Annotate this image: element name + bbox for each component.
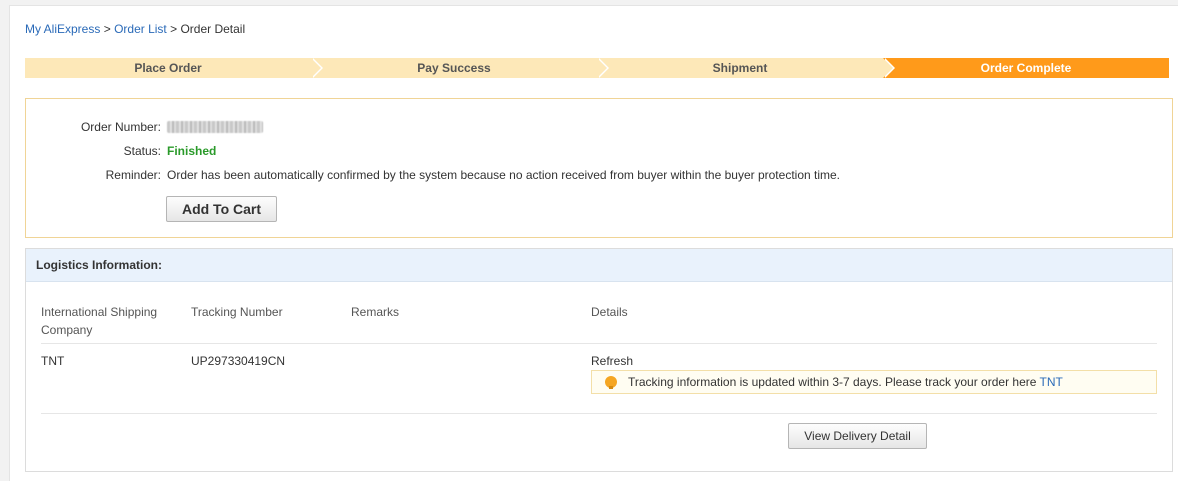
col-header-remarks: Remarks: [351, 305, 400, 319]
step-arrow: [883, 58, 893, 78]
order-number-label: Order Number:: [80, 120, 161, 134]
tnt-tracking-link[interactable]: TNT: [1040, 375, 1063, 389]
step-label: Pay Success: [417, 61, 491, 75]
tracking-number: UP297330419CN: [191, 354, 286, 368]
tracking-tip-text-wrap: Tracking information is updated within 3…: [628, 371, 1063, 393]
step-order-complete: Order Complete: [883, 58, 1169, 78]
step-arrow: [311, 58, 321, 78]
order-summary-box: Order Number: Status: Finished Reminder:…: [25, 98, 1173, 238]
step-label: Place Order: [134, 61, 202, 75]
breadcrumb-current: Order Detail: [180, 22, 246, 36]
status-label: Status:: [123, 144, 161, 158]
row-divider: [41, 413, 1157, 414]
order-number-value: [167, 120, 263, 136]
step-label: Shipment: [712, 61, 768, 75]
step-label: Order Complete: [980, 61, 1072, 75]
breadcrumb-my-aliexpress[interactable]: My AliExpress: [25, 22, 100, 36]
header-divider: [41, 343, 1157, 344]
reminder-text: Order has been automatically confirmed b…: [167, 168, 841, 182]
step-shipment: Shipment: [597, 58, 895, 78]
col-header-company-line1: International Shipping: [41, 305, 158, 319]
step-arrow: [597, 58, 607, 78]
reminder-label: Reminder:: [105, 168, 161, 182]
breadcrumb-separator: >: [103, 22, 111, 36]
status-value: Finished: [167, 144, 217, 158]
breadcrumb-order-list[interactable]: Order List: [114, 22, 167, 36]
tracking-tip: Tracking information is updated within 3…: [591, 370, 1157, 394]
view-delivery-detail-button[interactable]: View Delivery Detail: [788, 423, 927, 449]
col-header-details: Details: [591, 305, 628, 319]
add-to-cart-button[interactable]: Add To Cart: [166, 196, 277, 222]
logistics-panel: Logistics Information: International Shi…: [25, 248, 1173, 472]
lightbulb-icon: [605, 376, 617, 389]
logistics-title: Logistics Information:: [26, 249, 1172, 282]
step-place-order: Place Order: [25, 58, 323, 78]
refresh-link[interactable]: Refresh: [591, 354, 633, 368]
tracking-tip-text: Tracking information is updated within 3…: [628, 375, 1037, 389]
breadcrumb-separator: >: [170, 22, 178, 36]
breadcrumb: My AliExpress > Order List > Order Detai…: [25, 22, 245, 36]
order-progress-steps: Place Order Pay Success Shipment Order C…: [25, 58, 1169, 78]
col-header-company-line2: Company: [41, 323, 93, 337]
col-header-company: International Shipping Company: [41, 303, 157, 339]
step-pay-success: Pay Success: [311, 58, 609, 78]
col-header-tracking: Tracking Number: [191, 305, 283, 319]
shipping-company: TNT: [41, 354, 65, 368]
order-detail-page: My AliExpress > Order List > Order Detai…: [9, 5, 1178, 481]
redacted-order-number: [167, 121, 263, 133]
